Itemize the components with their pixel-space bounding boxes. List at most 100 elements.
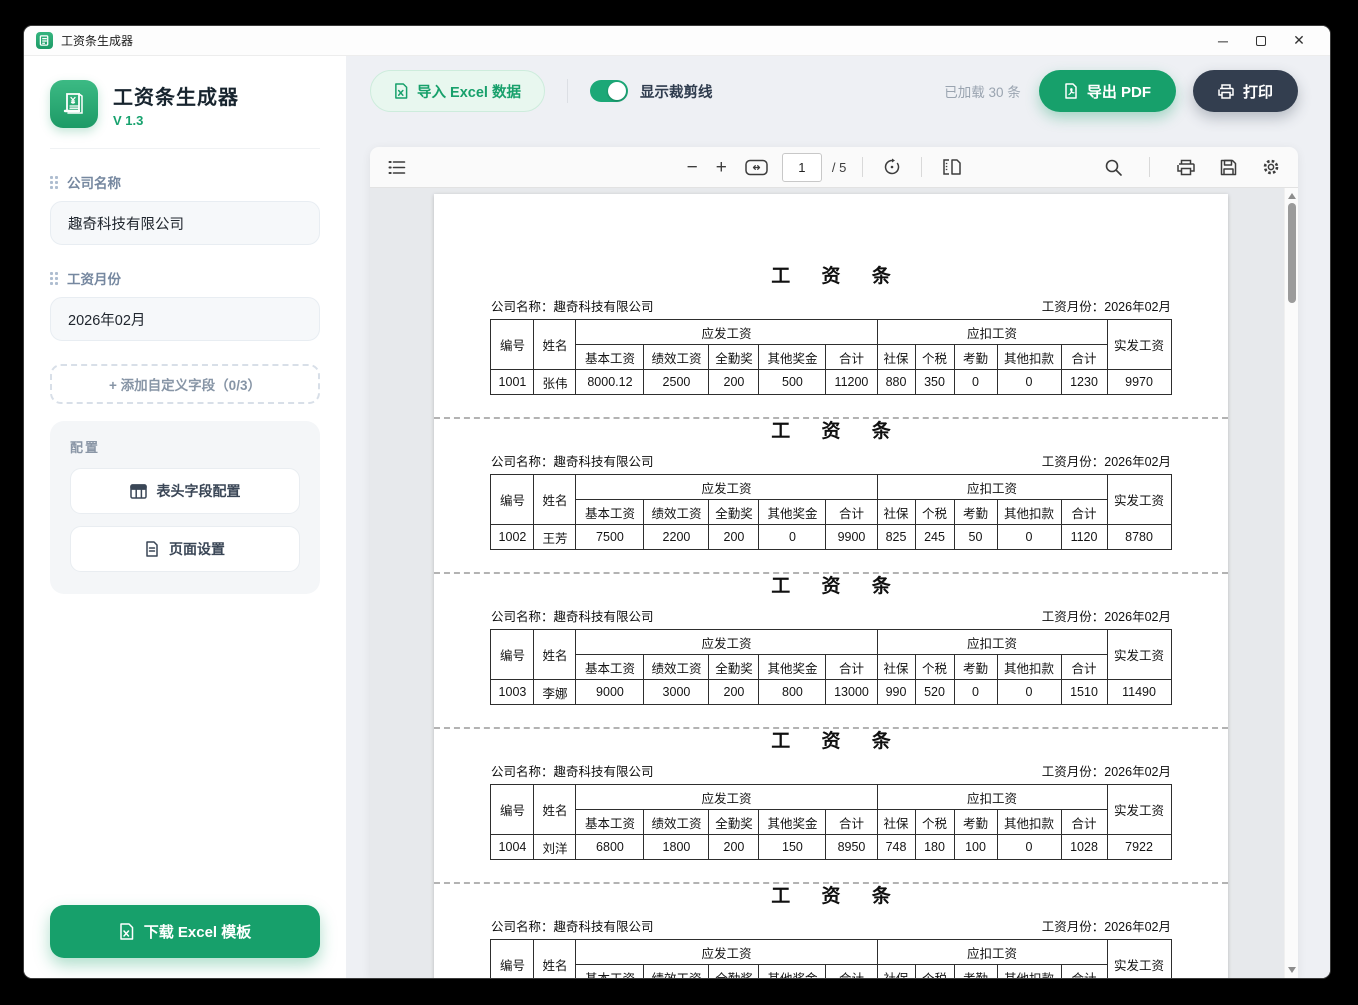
data-cell: 200 bbox=[709, 835, 759, 860]
maximize-button[interactable] bbox=[1242, 28, 1280, 54]
sub-header-cell: 考勤 bbox=[954, 655, 997, 680]
page-setup-button[interactable]: 页面设置 bbox=[70, 526, 300, 572]
sub-header-cell: 社保 bbox=[877, 655, 915, 680]
print-icon[interactable] bbox=[1173, 155, 1199, 180]
scroll-down-arrow[interactable] bbox=[1288, 967, 1296, 973]
data-cell: 1230 bbox=[1061, 370, 1107, 395]
data-cell: 1028 bbox=[1061, 835, 1107, 860]
header-name: 姓名 bbox=[534, 785, 576, 835]
close-button[interactable]: ✕ bbox=[1280, 28, 1318, 54]
scrollbar-thumb[interactable] bbox=[1288, 203, 1296, 303]
header-id: 编号 bbox=[491, 630, 534, 680]
sub-header-cell: 个税 bbox=[915, 810, 954, 835]
app-title: 工资条生成器 bbox=[113, 81, 239, 110]
data-cell: 11200 bbox=[826, 370, 877, 395]
fit-width-button[interactable] bbox=[741, 155, 772, 180]
payslip-company-line: 公司名称：趣奇科技有限公司 bbox=[491, 606, 654, 625]
payslip-company-line: 公司名称：趣奇科技有限公司 bbox=[491, 296, 654, 315]
payslip-block: 工 资 条 公司名称：趣奇科技有限公司 工资月份：2026年02月 编号 姓名 … bbox=[434, 419, 1228, 574]
header-deduction-group: 应扣工资 bbox=[877, 475, 1107, 500]
save-icon[interactable] bbox=[1216, 155, 1241, 180]
pdf-canvas-area[interactable]: 工 资 条 公司名称：趣奇科技有限公司 工资月份：2026年02月 编号 姓名 … bbox=[370, 188, 1298, 978]
salary-month-input[interactable]: 2026年02月 bbox=[50, 297, 320, 341]
payslip-table: 编号 姓名 应发工资 应扣工资 实发工资 基本工资绩效工资全勤奖其他奖金合计社保… bbox=[490, 319, 1171, 395]
sub-header-cell: 绩效工资 bbox=[644, 655, 709, 680]
data-cell: 11490 bbox=[1107, 680, 1171, 705]
header-net-pay: 实发工资 bbox=[1107, 630, 1171, 680]
data-cell: 1510 bbox=[1061, 680, 1107, 705]
data-cell: 李娜 bbox=[534, 680, 576, 705]
search-icon[interactable] bbox=[1101, 155, 1126, 180]
data-cell: 0 bbox=[759, 525, 826, 550]
data-cell: 180 bbox=[915, 835, 954, 860]
sidebar: 工资条生成器 V 1.3 公司名称 趣奇科技有限公司 工资月份 2026年02月… bbox=[24, 56, 346, 978]
header-name: 姓名 bbox=[534, 940, 576, 979]
sub-header-cell: 社保 bbox=[877, 965, 915, 979]
zoom-in-button[interactable]: + bbox=[712, 154, 731, 181]
data-cell: 800 bbox=[759, 680, 826, 705]
add-custom-field-button[interactable]: + 添加自定义字段（0/3） bbox=[50, 364, 320, 404]
header-deduction-group: 应扣工资 bbox=[877, 940, 1107, 965]
viewer-scrollbar[interactable] bbox=[1284, 188, 1298, 978]
sub-header-cell: 合计 bbox=[1061, 500, 1107, 525]
data-cell: 1001 bbox=[491, 370, 534, 395]
payslip-info-row: 公司名称：趣奇科技有限公司 工资月份：2026年02月 bbox=[491, 916, 1171, 934]
header-name: 姓名 bbox=[534, 320, 576, 370]
toc-icon[interactable] bbox=[384, 156, 410, 179]
print-button[interactable]: 打印 bbox=[1193, 70, 1298, 112]
payslip-block: 工 资 条 公司名称：趣奇科技有限公司 工资月份：2026年02月 编号 姓名 … bbox=[434, 729, 1228, 884]
sub-header-cell: 考勤 bbox=[954, 810, 997, 835]
data-cell: 8950 bbox=[826, 835, 877, 860]
payslip-title: 工 资 条 bbox=[434, 574, 1228, 600]
payslip-table: 编号 姓名 应发工资 应扣工资 实发工资 基本工资绩效工资全勤奖其他奖金合计社保… bbox=[490, 784, 1171, 860]
sub-header-cell: 其他奖金 bbox=[759, 655, 826, 680]
sub-header-cell: 合计 bbox=[826, 965, 877, 979]
page-view-icon[interactable] bbox=[938, 155, 965, 179]
export-pdf-button[interactable]: 导出 PDF bbox=[1039, 70, 1176, 112]
drag-handle-icon bbox=[50, 272, 58, 285]
data-cell: 825 bbox=[877, 525, 915, 550]
scroll-up-arrow[interactable] bbox=[1288, 193, 1296, 199]
data-cell: 7922 bbox=[1107, 835, 1171, 860]
zoom-out-button[interactable]: − bbox=[683, 154, 702, 181]
header-fields-config-button[interactable]: 表头字段配置 bbox=[70, 468, 300, 514]
sub-header-cell: 社保 bbox=[877, 345, 915, 370]
sub-header-cell: 考勤 bbox=[954, 965, 997, 979]
data-cell: 3000 bbox=[644, 680, 709, 705]
sub-header-cell: 基本工资 bbox=[576, 655, 644, 680]
sub-header-cell: 考勤 bbox=[954, 345, 997, 370]
rotate-icon[interactable] bbox=[879, 154, 905, 180]
import-excel-button[interactable]: 导入 Excel 数据 bbox=[370, 70, 545, 112]
pdf-viewer: − + / 5 bbox=[370, 147, 1298, 978]
sub-header-cell: 其他奖金 bbox=[759, 500, 826, 525]
payslip-info-row: 公司名称：趣奇科技有限公司 工资月份：2026年02月 bbox=[491, 296, 1171, 314]
sub-header-cell: 个税 bbox=[915, 965, 954, 979]
show-cutline-toggle[interactable] bbox=[590, 80, 628, 102]
toolbar-divider bbox=[567, 79, 568, 103]
sub-header-cell: 合计 bbox=[1061, 965, 1107, 979]
sub-header-cell: 基本工资 bbox=[576, 810, 644, 835]
toolbar-divider bbox=[921, 157, 922, 177]
data-cell: 0 bbox=[997, 525, 1061, 550]
data-cell: 王芳 bbox=[534, 525, 576, 550]
header-net-pay: 实发工资 bbox=[1107, 940, 1171, 979]
drag-handle-icon bbox=[50, 176, 58, 189]
company-name-label: 公司名称 bbox=[50, 172, 320, 192]
data-cell: 350 bbox=[915, 370, 954, 395]
sub-header-cell: 绩效工资 bbox=[644, 500, 709, 525]
settings-gear-icon[interactable] bbox=[1258, 154, 1284, 180]
sub-header-cell: 其他奖金 bbox=[759, 810, 826, 835]
payslip-table: 编号 姓名 应发工资 应扣工资 实发工资 基本工资绩效工资全勤奖其他奖金合计社保… bbox=[490, 474, 1171, 550]
page-number-input[interactable] bbox=[782, 153, 822, 182]
data-cell: 990 bbox=[877, 680, 915, 705]
header-deduction-group: 应扣工资 bbox=[877, 785, 1107, 810]
minimize-button[interactable]: ─ bbox=[1204, 28, 1242, 54]
sub-header-cell: 其他奖金 bbox=[759, 965, 826, 979]
payslip-data-row: 1004刘洋6800180020015089507481801000102879… bbox=[491, 835, 1171, 860]
sub-header-cell: 合计 bbox=[1061, 345, 1107, 370]
company-name-input[interactable]: 趣奇科技有限公司 bbox=[50, 201, 320, 245]
payslip-company-line: 公司名称：趣奇科技有限公司 bbox=[491, 916, 654, 935]
data-cell: 2200 bbox=[644, 525, 709, 550]
download-excel-template-button[interactable]: 下载 Excel 模板 bbox=[50, 905, 320, 958]
toolbar-divider bbox=[862, 157, 863, 177]
